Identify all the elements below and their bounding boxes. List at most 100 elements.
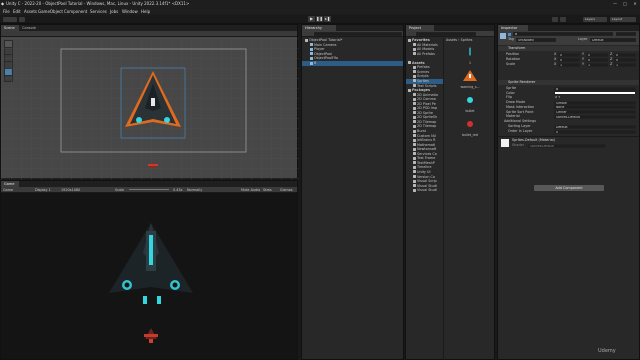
- folder-icon: [413, 52, 416, 56]
- folder-icon: [413, 120, 416, 124]
- transform-y-field[interactable]: 1: [586, 62, 608, 67]
- menu-file[interactable]: File: [3, 9, 10, 14]
- layer-dropdown[interactable]: Default: [590, 38, 636, 42]
- folder-icon: [408, 88, 411, 92]
- create-dropdown[interactable]: [304, 32, 312, 36]
- hierarchy-search-input[interactable]: [314, 32, 402, 36]
- project-tree-label: Visual Studi: [417, 183, 437, 188]
- lighting-icon[interactable]: [231, 32, 237, 36]
- unity-logo-icon: ◆: [1, 1, 5, 6]
- menu-bar: File Edit Assets GameObject Component Se…: [0, 8, 640, 15]
- axis-label: Z: [610, 57, 613, 62]
- stats-toggle[interactable]: Stats: [263, 188, 272, 193]
- gameobject-icon: [310, 61, 313, 65]
- mute-audio-toggle[interactable]: Mute Audio: [241, 188, 260, 193]
- account-button[interactable]: [3, 17, 17, 22]
- project-tree-label: JetBrains R: [417, 138, 436, 143]
- close-button[interactable]: ✕: [630, 1, 640, 7]
- menu-jobs[interactable]: Jobs: [110, 9, 118, 14]
- resolution-dropdown[interactable]: 1920x1080: [61, 188, 80, 193]
- history-icon[interactable]: [552, 17, 558, 22]
- play-focus-dropdown[interactable]: Normally: [187, 188, 202, 193]
- transform-x-field[interactable]: 0: [558, 57, 580, 62]
- menu-assets[interactable]: Assets: [24, 9, 37, 14]
- display-dropdown[interactable]: Display 1: [35, 188, 51, 193]
- folder-icon: [413, 156, 416, 160]
- gizmos-toggle[interactable]: Gizmos: [280, 188, 293, 193]
- asset-item[interactable]: 1: [456, 44, 484, 65]
- hierarchy-item-label: ObjectPool Tutorial*: [309, 38, 343, 42]
- layout-dropdown[interactable]: Layout: [610, 17, 636, 22]
- maximize-button[interactable]: □: [620, 1, 630, 7]
- tag-dropdown[interactable]: Untagged: [516, 38, 556, 42]
- sprite-renderer-header[interactable]: Sprite Renderer: [498, 80, 639, 85]
- shader-dropdown[interactable]: Sprites/Default: [528, 144, 606, 148]
- transform-x-field[interactable]: 1: [558, 62, 580, 67]
- play-button[interactable]: ▶: [308, 16, 315, 22]
- transform-z-field[interactable]: 0: [614, 57, 636, 62]
- object-name-field[interactable]: B: [513, 32, 613, 36]
- menu-services[interactable]: Services: [90, 9, 107, 14]
- project-create-button[interactable]: [408, 32, 414, 36]
- step-button[interactable]: ▸❚: [324, 16, 331, 22]
- scene-viewport[interactable]: [1, 38, 299, 180]
- folder-icon: [413, 129, 416, 133]
- menu-gameobject[interactable]: GameObject: [38, 9, 63, 14]
- add-component-button[interactable]: Add Component: [534, 185, 604, 191]
- menu-window[interactable]: Window: [122, 9, 138, 14]
- scale-slider[interactable]: [129, 189, 169, 190]
- scene-2d-toggle[interactable]: [221, 32, 229, 36]
- transform-y-field[interactable]: 0: [586, 57, 608, 62]
- game-ship-sprite: [109, 223, 193, 304]
- asset-item[interactable]: bullet_red: [456, 116, 484, 137]
- transform-row: Scale X 1 Y 1 Z 1: [498, 62, 639, 67]
- transform-row-label: Scale: [506, 62, 516, 67]
- transform-header[interactable]: Transform: [498, 46, 639, 51]
- transform-x-field[interactable]: 0: [558, 52, 580, 57]
- axis-label: Y: [582, 62, 585, 67]
- transform-y-field[interactable]: 0: [586, 52, 608, 57]
- folder-icon: [413, 188, 416, 192]
- axis-label: X: [554, 62, 557, 67]
- game-mode-dropdown[interactable]: Game: [3, 188, 13, 193]
- menu-component[interactable]: Component: [64, 9, 87, 14]
- hierarchy-item[interactable]: B: [302, 61, 403, 66]
- project-search-input[interactable]: [416, 32, 476, 36]
- transform-row: Position X 0 Y 0 Z 0: [498, 52, 639, 57]
- asset-item[interactable]: bullet: [456, 92, 484, 113]
- static-checkbox[interactable]: [616, 32, 636, 36]
- audio-icon[interactable]: [239, 32, 245, 36]
- camera-dropdown[interactable]: [261, 32, 273, 36]
- scene-pivot-dropdown[interactable]: [3, 32, 17, 36]
- breadcrumb-assets[interactable]: Assets: [446, 38, 457, 42]
- tag-label: Tag: [508, 37, 514, 41]
- effects-dropdown[interactable]: [247, 32, 259, 36]
- search-icon[interactable]: [560, 17, 566, 22]
- breadcrumb-sprites[interactable]: Sprites: [461, 38, 473, 42]
- menu-edit[interactable]: Edit: [13, 9, 21, 14]
- gizmos-dropdown[interactable]: [275, 32, 295, 36]
- transform-z-field[interactable]: 0: [614, 52, 636, 57]
- project-tree-label: Newtonsoft: [417, 147, 437, 152]
- folder-icon: [408, 61, 411, 65]
- project-tree-item[interactable]: Visual Studi: [406, 188, 443, 193]
- asset-item[interactable]: warning_s...: [456, 68, 484, 89]
- axis-label: X: [554, 57, 557, 62]
- minimize-button[interactable]: —: [610, 1, 620, 7]
- project-tree-label: Favorites: [412, 38, 430, 42]
- project-tree-label: Packages: [412, 88, 430, 93]
- folder-icon: [413, 170, 416, 174]
- menu-help[interactable]: Help: [141, 9, 150, 14]
- active-checkbox[interactable]: [508, 33, 511, 36]
- layers-dropdown[interactable]: Layers: [583, 17, 607, 22]
- axis-label: Z: [610, 52, 613, 56]
- pause-button[interactable]: ❚❚: [316, 16, 323, 22]
- hierarchy-item-label: B: [314, 61, 317, 65]
- folder-icon: [413, 74, 416, 78]
- layer-label: Layer: [578, 37, 588, 41]
- order-in-layer-field[interactable]: 0: [554, 130, 636, 134]
- transform-z-field[interactable]: 1: [614, 62, 636, 67]
- cloud-icon[interactable]: [19, 17, 25, 22]
- sorting-layer-dropdown[interactable]: Default: [554, 125, 636, 129]
- scene-grid-dropdown[interactable]: [19, 32, 31, 36]
